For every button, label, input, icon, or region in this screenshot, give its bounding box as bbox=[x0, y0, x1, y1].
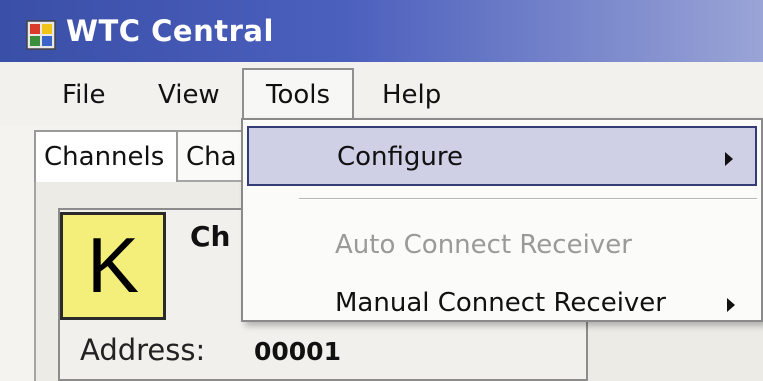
menu-item-auto-connect-receiver[interactable]: Auto Connect Receiver bbox=[243, 216, 761, 276]
menu-separator bbox=[299, 198, 757, 200]
menu-help[interactable]: Help bbox=[382, 80, 441, 110]
window-title: WTC Central bbox=[66, 14, 274, 48]
submenu-arrow-icon bbox=[725, 152, 733, 166]
menu-file[interactable]: File bbox=[62, 80, 106, 110]
menu-item-manual-connect-receiver[interactable]: Manual Connect Receiver bbox=[243, 274, 761, 334]
submenu-arrow-icon bbox=[727, 298, 735, 312]
menu-item-manual-connect-label: Manual Connect Receiver bbox=[335, 288, 666, 318]
menu-item-auto-connect-label: Auto Connect Receiver bbox=[335, 230, 632, 260]
menu-bar: File View Tools Help bbox=[0, 62, 763, 126]
menu-item-configure-label: Configure bbox=[337, 142, 464, 172]
title-bar[interactable]: WTC Central bbox=[0, 0, 763, 62]
app-grid-icon bbox=[26, 20, 56, 50]
channel-name-label: Ch bbox=[190, 220, 231, 253]
tab-channels[interactable]: Channels bbox=[34, 130, 178, 182]
tools-dropdown-menu: Configure Auto Connect Receiver Manual C… bbox=[241, 118, 763, 322]
address-value: 00001 bbox=[254, 337, 341, 366]
address-label: Address: bbox=[80, 333, 206, 367]
menu-tools[interactable]: Tools bbox=[242, 68, 355, 124]
menu-view[interactable]: View bbox=[158, 80, 220, 110]
channel-letter-badge: K bbox=[60, 212, 166, 320]
menu-item-configure[interactable]: Configure bbox=[247, 126, 757, 186]
